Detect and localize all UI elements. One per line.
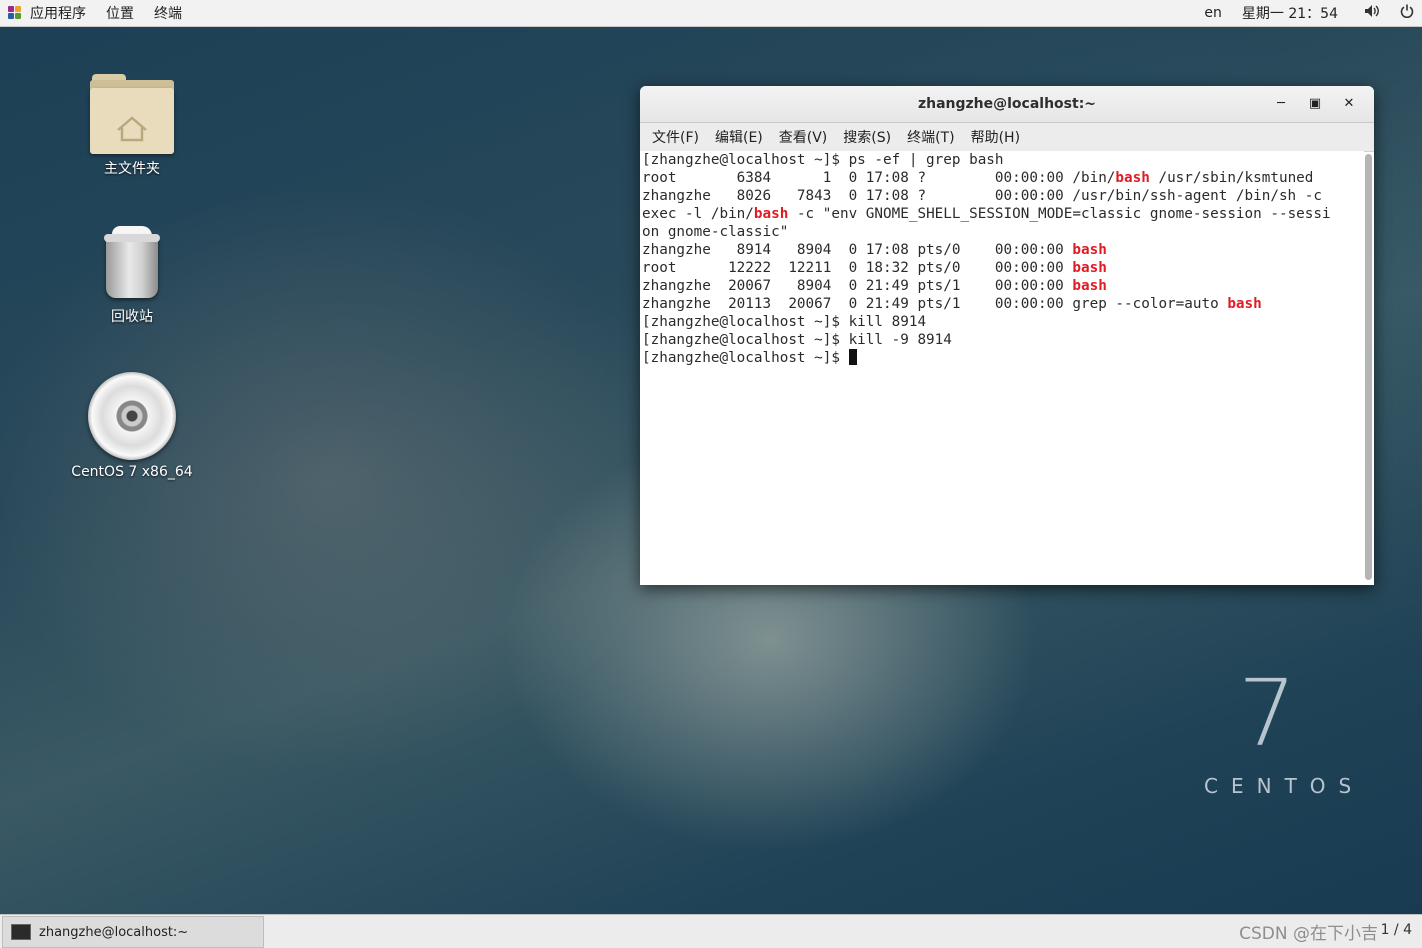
- desktop-icon-label: CentOS 7 x86_64: [71, 464, 193, 480]
- window-title: zhangzhe@localhost:~: [917, 96, 1097, 112]
- terminal-text: zhangzhe 20113 20067 0 21:49 pts/1 00:00…: [642, 296, 1228, 312]
- taskbar-window-button[interactable]: zhangzhe@localhost:~: [2, 916, 264, 948]
- terminal-text: root 6384 1 0 17:08 ? 00:00:00 /bin/: [642, 170, 1116, 186]
- terminal-text: zhangzhe 8026 7843 0 17:08 ? 00:00:00 /u…: [642, 188, 1322, 204]
- terminal-text: [zhangzhe@localhost ~]$ kill -9 8914: [642, 332, 952, 348]
- centos-wordmark: CENTOS: [1204, 774, 1365, 798]
- centos-logo-icon: [8, 6, 22, 20]
- terminal-line: root 6384 1 0 17:08 ? 00:00:00 /bin/bash…: [642, 169, 1364, 187]
- terminal-titlebar[interactable]: zhangzhe@localhost:~ ─ ▣ ✕: [640, 86, 1374, 123]
- centos-seven-logo: 7: [1238, 660, 1297, 767]
- menu-help[interactable]: 帮助(H): [963, 127, 1028, 147]
- highlighted-match: bash: [1072, 260, 1107, 276]
- terminal-line: [zhangzhe@localhost ~]$ kill 8914: [642, 313, 1364, 331]
- highlighted-match: bash: [1115, 170, 1150, 186]
- terminal-app-menu[interactable]: 终端: [146, 0, 194, 26]
- power-icon[interactable]: [1390, 4, 1422, 22]
- terminal-text: [zhangzhe@localhost ~]$ ps -ef | grep ba…: [642, 152, 1004, 168]
- desktop-icon-home[interactable]: 主文件夹: [67, 74, 197, 178]
- terminal-text: -c "env GNOME_SHELL_SESSION_MODE=classic…: [788, 206, 1331, 222]
- highlighted-match: bash: [1072, 278, 1107, 294]
- top-panel: 应用程序 位置 终端 en 星期一 21：54: [0, 0, 1422, 27]
- menu-view[interactable]: 查看(V): [771, 127, 836, 147]
- desktop-icon-disc[interactable]: CentOS 7 x86_64: [67, 372, 197, 480]
- trash-icon: [102, 226, 162, 302]
- highlighted-match: bash: [1227, 296, 1262, 312]
- terminal-icon: [11, 924, 31, 940]
- desktop-icon-label: 回收站: [111, 309, 153, 325]
- terminal-text: [zhangzhe@localhost ~]$: [642, 350, 849, 366]
- keyboard-layout-indicator[interactable]: en: [1194, 5, 1232, 21]
- menu-edit[interactable]: 编辑(E): [707, 127, 771, 147]
- terminal-text: on gnome-classic": [642, 224, 789, 240]
- terminal-text: [zhangzhe@localhost ~]$ kill 8914: [642, 314, 927, 330]
- close-icon[interactable]: ✕: [1332, 86, 1366, 122]
- applications-menu[interactable]: 应用程序: [0, 0, 98, 26]
- terminal-menubar: 文件(F) 编辑(E) 查看(V) 搜索(S) 终端(T) 帮助(H): [640, 123, 1374, 152]
- terminal-window[interactable]: zhangzhe@localhost:~ ─ ▣ ✕ 文件(F) 编辑(E) 查…: [640, 86, 1374, 585]
- menu-search[interactable]: 搜索(S): [835, 127, 899, 147]
- desktop-icon-trash[interactable]: 回收站: [67, 226, 197, 326]
- terminal-line: zhangzhe 20067 8904 0 21:49 pts/1 00:00:…: [642, 277, 1364, 295]
- highlighted-match: bash: [1072, 242, 1107, 258]
- bottom-taskbar: zhangzhe@localhost:~ CSDN @在下小吉 1 / 4: [0, 914, 1422, 948]
- minimize-icon[interactable]: ─: [1264, 86, 1298, 122]
- menu-file[interactable]: 文件(F): [644, 127, 707, 147]
- terminal-line: on gnome-classic": [642, 223, 1364, 241]
- terminal-line: zhangzhe 8914 8904 0 17:08 pts/0 00:00:0…: [642, 241, 1364, 259]
- clock[interactable]: 星期一 21：54: [1232, 3, 1354, 23]
- terminal-line: [zhangzhe@localhost ~]$ kill -9 8914: [642, 331, 1364, 349]
- applications-menu-label: 应用程序: [30, 6, 86, 22]
- terminal-line: zhangzhe 8026 7843 0 17:08 ? 00:00:00 /u…: [642, 187, 1364, 205]
- terminal-output[interactable]: [zhangzhe@localhost ~]$ ps -ef | grep ba…: [640, 151, 1364, 585]
- highlighted-match: bash: [753, 206, 789, 222]
- terminal-line: root 12222 12211 0 18:32 pts/0 00:00:00 …: [642, 259, 1364, 277]
- volume-icon[interactable]: [1354, 4, 1390, 22]
- home-folder-icon: [90, 74, 174, 154]
- workspace-indicator[interactable]: 1 / 4: [1381, 922, 1412, 938]
- desktop-icon-label: 主文件夹: [104, 161, 160, 177]
- terminal-line: zhangzhe 20113 20067 0 21:49 pts/1 00:00…: [642, 295, 1364, 313]
- maximize-icon[interactable]: ▣: [1298, 86, 1332, 122]
- terminal-line: exec -l /bin/bash -c "env GNOME_SHELL_SE…: [642, 205, 1364, 223]
- terminal-line: [zhangzhe@localhost ~]$ ps -ef | grep ba…: [642, 151, 1364, 169]
- csdn-watermark: CSDN @在下小吉: [1239, 924, 1378, 944]
- places-menu-label: 位置: [106, 6, 134, 22]
- terminal-app-menu-label: 终端: [154, 6, 182, 22]
- terminal-text: zhangzhe 8914 8904 0 17:08 pts/0 00:00:0…: [642, 242, 1073, 258]
- terminal-text: /usr/sbin/ksmtuned: [1149, 170, 1314, 186]
- terminal-text: root 12222 12211 0 18:32 pts/0 00:00:00: [642, 260, 1073, 276]
- terminal-text: zhangzhe 20067 8904 0 21:49 pts/1 00:00:…: [642, 278, 1073, 294]
- terminal-line: [zhangzhe@localhost ~]$: [642, 349, 1364, 367]
- terminal-scrollbar[interactable]: [1365, 154, 1372, 580]
- text-cursor: [848, 349, 857, 365]
- taskbar-window-label: zhangzhe@localhost:~: [39, 924, 189, 940]
- places-menu[interactable]: 位置: [98, 0, 146, 26]
- terminal-text: exec -l /bin/: [642, 206, 754, 222]
- optical-disc-icon: [88, 372, 176, 460]
- menu-terminal[interactable]: 终端(T): [899, 127, 962, 147]
